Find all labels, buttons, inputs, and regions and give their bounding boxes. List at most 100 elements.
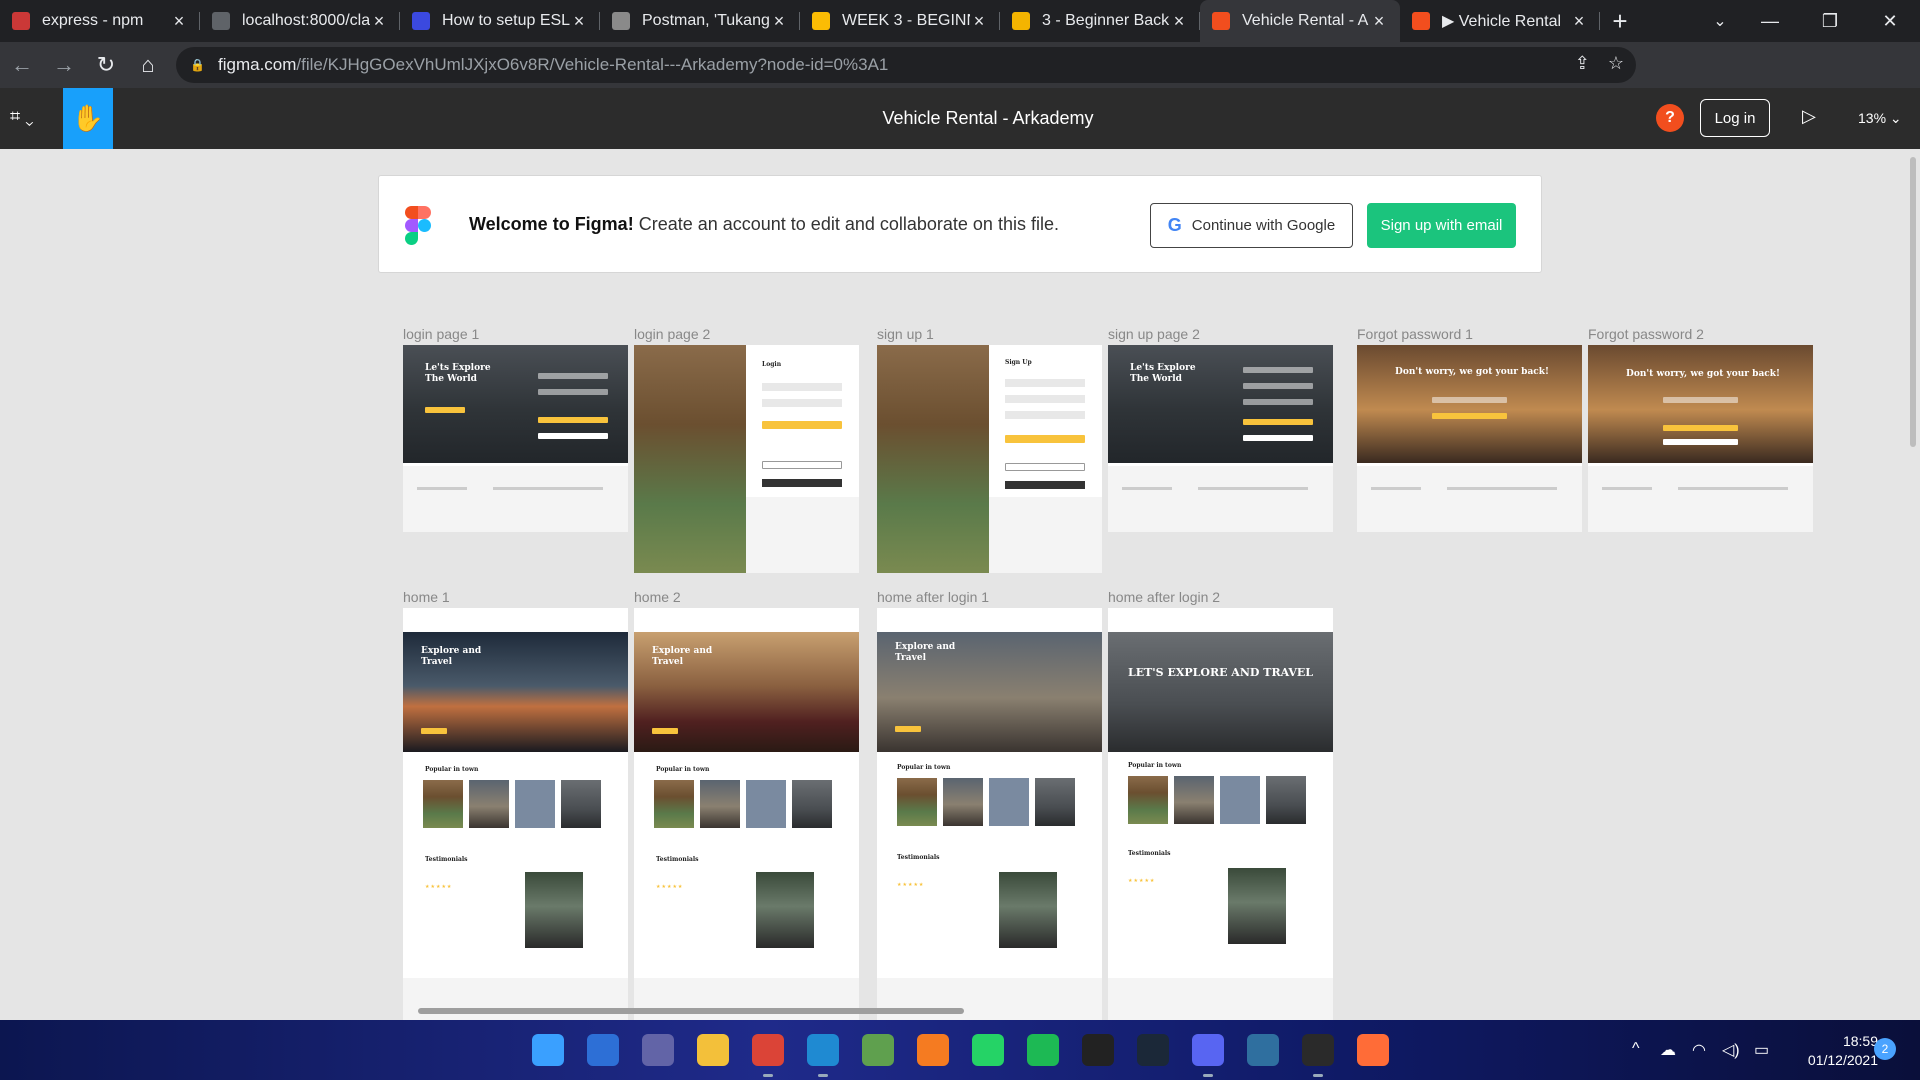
forward-icon[interactable]: → [44, 47, 84, 83]
tab-close-icon[interactable]: × [1370, 11, 1388, 32]
address-bar[interactable]: 🔒 figma.com/file/KJHgGOexVhUmlJXjxO6v8R/… [176, 47, 1636, 83]
frame-sign-up-page-2[interactable]: sign up page 2 Le'ts Explore The World [1108, 326, 1333, 532]
running-indicator [1203, 1074, 1213, 1077]
notification-badge[interactable]: 2 [1874, 1038, 1896, 1060]
welcome-banner: Welcome to Figma! Create an account to e… [378, 175, 1542, 273]
onedrive-icon[interactable]: ☁ [1660, 1040, 1676, 1060]
tab-search-icon[interactable]: ⌄ [1700, 0, 1740, 42]
browser-tab[interactable]: localhost:8000/cla × [200, 0, 400, 42]
frame-heading: Explore and Travel [652, 646, 713, 667]
windows-taskbar: ^ ☁ ◠ ◁) ▭ 18:59 01/12/2021 2 [0, 1020, 1920, 1080]
running-indicator [763, 1074, 773, 1077]
xampp-icon[interactable] [917, 1034, 949, 1066]
whatsapp-icon[interactable] [972, 1034, 1004, 1066]
frame-heading: Login [762, 361, 782, 368]
bookmark-star-icon[interactable]: ☆ [1608, 53, 1624, 74]
browser-tab[interactable]: Vehicle Rental - A × [1200, 0, 1400, 42]
browser-tab[interactable]: How to setup ESL × [400, 0, 600, 42]
wifi-icon[interactable]: ◠ [1692, 1040, 1706, 1060]
google-icon: G [1167, 215, 1182, 235]
frame-heading: Sign Up [1005, 359, 1032, 366]
widgets-icon[interactable] [587, 1034, 619, 1066]
postman-icon[interactable] [1357, 1034, 1389, 1066]
file-explorer-icon[interactable] [697, 1034, 729, 1066]
frame-home-1[interactable]: home 1 Explore and Travel Popular in tow… [403, 589, 628, 1020]
browser-tab[interactable]: Postman, 'Tukang × [600, 0, 800, 42]
system-clock[interactable]: 18:59 01/12/2021 [1794, 1032, 1878, 1070]
minimize-icon[interactable]: — [1740, 0, 1800, 42]
reload-icon[interactable]: ↻ [86, 47, 126, 83]
running-indicator [818, 1074, 828, 1077]
tab-title: How to setup ESL [442, 12, 570, 29]
frame-label: home after login 2 [1108, 589, 1221, 605]
spotify-icon[interactable] [1027, 1034, 1059, 1066]
sign-up-email-button[interactable]: Sign up with email [1367, 203, 1516, 248]
frame-label: Forgot password 2 [1588, 326, 1704, 342]
figma-toolbar: ⌗ ⌄ ✋ Vehicle Rental - Arkademy ? Log in… [0, 88, 1920, 149]
frame-label: Forgot password 1 [1357, 326, 1473, 342]
tab-close-icon[interactable]: × [970, 11, 988, 32]
home-icon[interactable]: ⌂ [128, 47, 168, 83]
tab-close-icon[interactable]: × [370, 11, 388, 32]
browser-tab[interactable]: WEEK 3 - BEGINN × [800, 0, 1000, 42]
figma-logo-icon [405, 206, 431, 245]
frame-home-after-login-1[interactable]: home after login 1 Explore and Travel Po… [877, 589, 1102, 1020]
frame-subheading: Popular in town [897, 764, 951, 771]
tab-title: Vehicle Rental - A [1242, 12, 1369, 29]
tab-close-icon[interactable]: × [170, 11, 188, 32]
tab-close-icon[interactable]: × [770, 11, 788, 32]
tab-title: WEEK 3 - BEGINN [842, 12, 970, 29]
browser-tab[interactable]: ▶ Vehicle Rental × [1400, 0, 1600, 42]
frame-home-after-login-2[interactable]: home after login 2 LET'S EXPLORE AND TRA… [1108, 589, 1333, 1020]
frame-forgot-password-2[interactable]: Forgot password 2 Don't worry, we got yo… [1588, 326, 1813, 532]
frame-heading: LET'S EXPLORE AND TRAVEL [1128, 666, 1313, 679]
continue-with-google-button[interactable]: G Continue with Google [1150, 203, 1353, 248]
browser-tab[interactable]: express - npm × [0, 0, 200, 42]
epic-games-icon[interactable] [1082, 1034, 1114, 1066]
figma-canvas[interactable]: Welcome to Figma! Create an account to e… [0, 149, 1920, 1020]
frame-home-2[interactable]: home 2 Explore and Travel Popular in tow… [634, 589, 859, 1020]
frame-label: login page 1 [403, 326, 480, 342]
login-button[interactable]: Log in [1700, 99, 1770, 137]
chrome-icon[interactable] [752, 1034, 784, 1066]
tab-close-icon[interactable]: × [1570, 11, 1588, 32]
volume-icon[interactable]: ◁) [1722, 1040, 1740, 1060]
restore-icon[interactable]: ❐ [1800, 0, 1860, 42]
figma-icon [1212, 12, 1230, 30]
canvas-horizontal-scrollbar[interactable] [418, 1008, 964, 1014]
canvas-vertical-scrollbar[interactable] [1910, 157, 1916, 447]
tray-chevron-icon[interactable]: ^ [1632, 1040, 1640, 1058]
frame-subheading: Popular in town [1128, 762, 1182, 769]
zoom-dropdown[interactable]: 13% ⌄ [1858, 110, 1902, 127]
discord-icon[interactable] [1192, 1034, 1224, 1066]
teams-chat-icon[interactable] [642, 1034, 674, 1066]
windows-start-icon[interactable] [532, 1034, 564, 1066]
steam-icon[interactable] [1137, 1034, 1169, 1066]
battery-icon[interactable]: ▭ [1754, 1040, 1769, 1060]
frame-subheading: Testimonials [656, 856, 699, 863]
nodejs-icon[interactable] [862, 1034, 894, 1066]
close-window-icon[interactable]: ✕ [1860, 0, 1920, 42]
browser-tab[interactable]: 3 - Beginner Back × [1000, 0, 1200, 42]
vscode-icon[interactable] [807, 1034, 839, 1066]
tab-title: Postman, 'Tukang [642, 12, 770, 29]
back-icon[interactable]: ← [2, 47, 42, 83]
help-button[interactable]: ? [1656, 104, 1684, 132]
frame-forgot-password-1[interactable]: Forgot password 1 Don't worry, we got yo… [1357, 326, 1582, 532]
frame-label: home 1 [403, 589, 450, 605]
browser-toolbar: ← → ↻ ⌂ 🔒 figma.com/file/KJHgGOexVhUmlJX… [0, 42, 1920, 120]
running-indicator [1313, 1074, 1323, 1077]
present-play-icon[interactable]: ▷ [1802, 106, 1816, 127]
tab-close-icon[interactable]: × [570, 11, 588, 32]
frame-sign-up-1[interactable]: sign up 1 Sign Up [877, 326, 1102, 573]
devto-icon [412, 12, 430, 30]
terminal-icon[interactable] [1302, 1034, 1334, 1066]
new-tab-button[interactable]: + [1600, 0, 1640, 42]
share-icon[interactable]: ⇪ [1575, 53, 1590, 74]
frame-login-page-2[interactable]: login page 2 Login [634, 326, 859, 573]
frame-login-page-1[interactable]: login page 1 Le'ts Explore The World [403, 326, 628, 532]
tab-close-icon[interactable]: × [1170, 11, 1188, 32]
mysql-workbench-icon[interactable] [1247, 1034, 1279, 1066]
drive-icon [812, 12, 830, 30]
frame-heading: Le'ts Explore The World [425, 363, 491, 384]
